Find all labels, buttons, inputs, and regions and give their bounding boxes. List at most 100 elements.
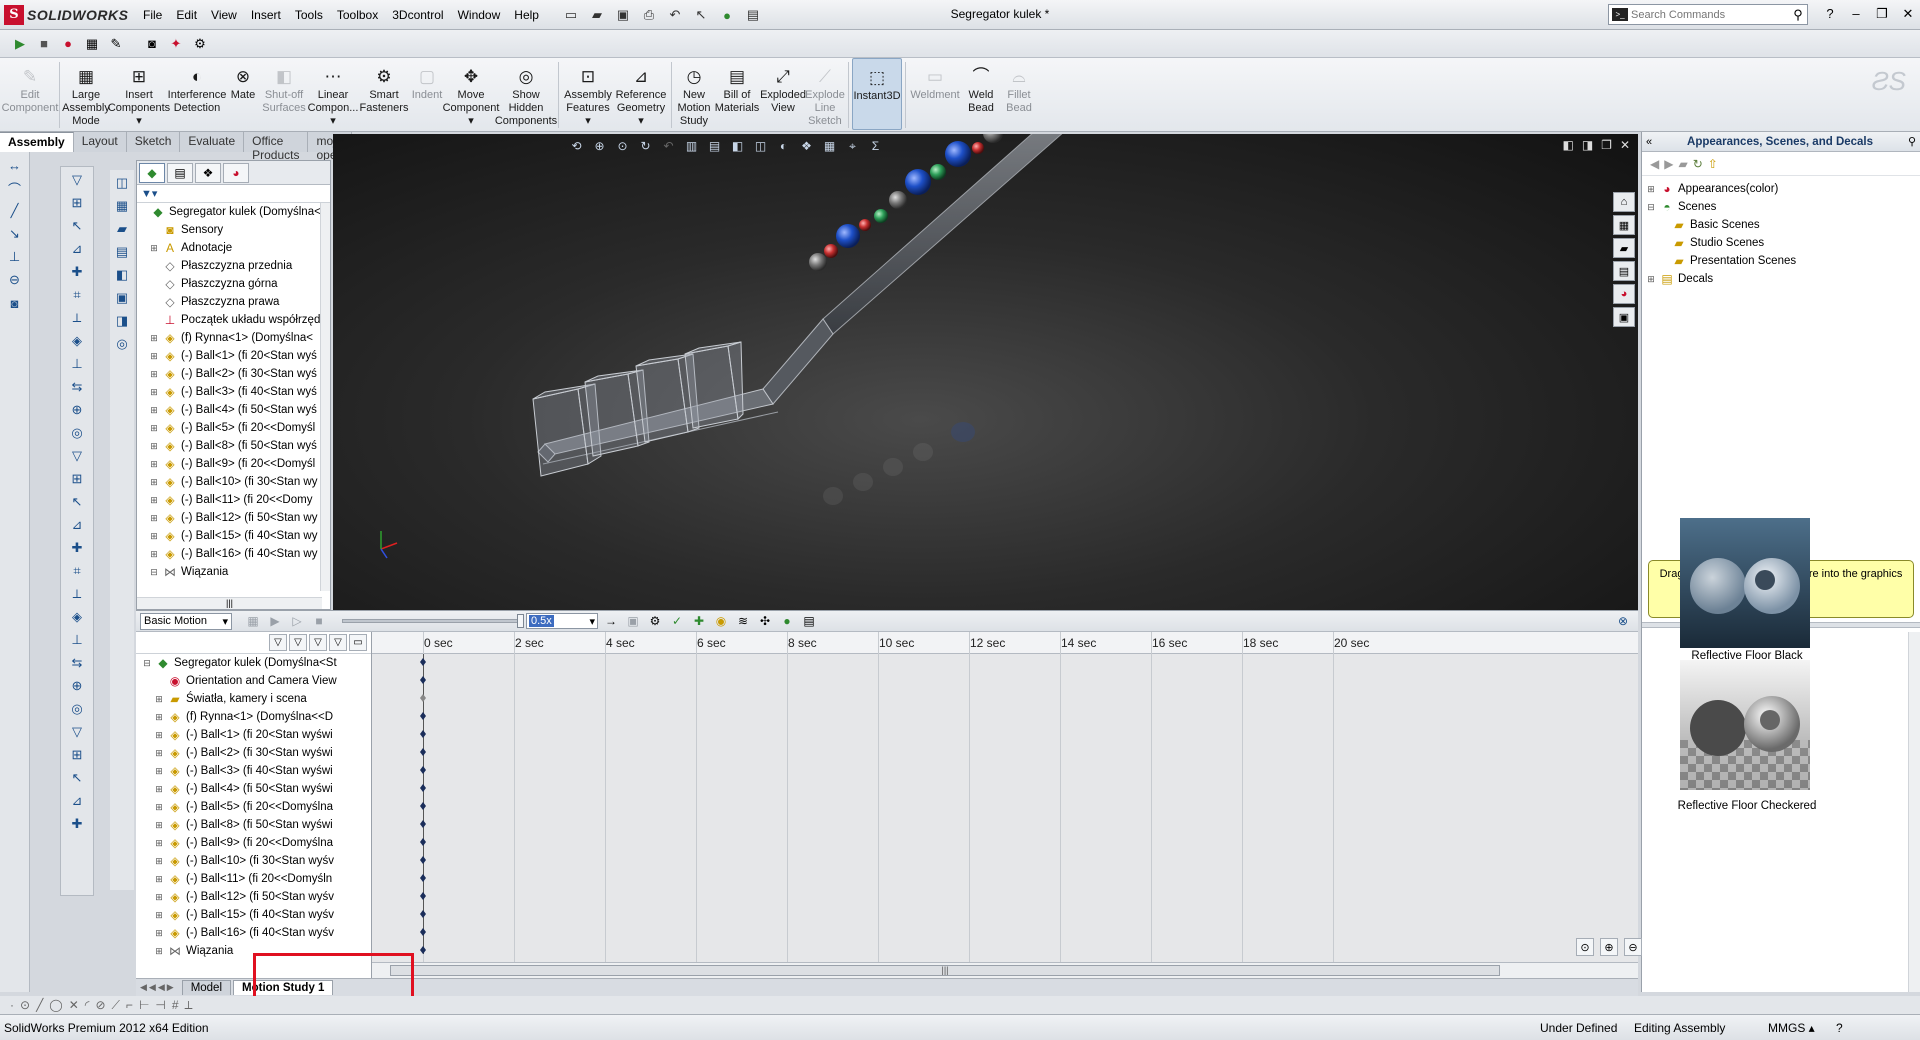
expand-icon[interactable]: ⊞ [149, 549, 159, 560]
weld-bead-button[interactable]: ⌒ Weld Bead [961, 58, 1001, 130]
feature-tree-tab-icon[interactable]: ◆ [139, 162, 165, 183]
circle-icon[interactable]: ⊙ [20, 998, 30, 1012]
assembly-tool-17-icon[interactable]: ✚ [66, 538, 88, 558]
close-icon[interactable]: ✕ [1896, 4, 1920, 24]
assembly-features-button[interactable]: ⊡ Assembly Features ▾ [562, 58, 614, 130]
gravity-icon[interactable]: ● [778, 612, 796, 630]
keypoint[interactable] [420, 856, 426, 864]
sketch-tool-6-icon[interactable]: ⊖ [4, 270, 26, 290]
menu-edit[interactable]: Edit [169, 6, 204, 24]
assembly-tool-5-icon[interactable]: ✚ [66, 262, 88, 282]
view-tool-7-icon[interactable]: ◨ [111, 311, 133, 331]
assembly-tool-1-icon[interactable]: ▽ [66, 170, 88, 190]
keypoint[interactable] [420, 748, 426, 756]
tree-item[interactable]: ▰ Presentation Scenes [1642, 252, 1920, 270]
ref-geometry-button[interactable]: ⊿ Reference Geometry ▾ [614, 58, 668, 130]
expand-icon[interactable]: ⊞ [154, 874, 164, 885]
expand-icon[interactable]: ⊞ [149, 531, 159, 542]
assembly-tool-8-icon[interactable]: ◈ [66, 331, 88, 351]
expand-icon[interactable]: ⊞ [154, 712, 164, 723]
study-type-select[interactable]: Basic Motion ▾ [140, 612, 232, 630]
expand-icon[interactable]: ⊞ [149, 459, 159, 470]
tree-item[interactable]: ◉ Orientation and Camera View [136, 672, 371, 690]
tree-item[interactable]: ⊟ ◆ Segregator kulek (Domyślna<St [136, 654, 371, 672]
tree-item[interactable]: ⊞ ◈ (-) Ball<1> (fi 20<Stan wyświ [136, 726, 371, 744]
view-palette-tab-icon[interactable]: ▤ [1613, 261, 1635, 281]
assembly-tool-7-icon[interactable]: ⟂ [66, 308, 88, 328]
relation-icon[interactable]: ⟂ [185, 998, 193, 1013]
graphics-area[interactable]: ⟲ ⊕ ⊙ ↻ ↶ ▥ ▤ ◧ ◫ ◐ ❖ ▦ ⌖ Σ ◧ ◨ ❐ ✕ [333, 134, 1638, 610]
tab-office-products[interactable]: Office Products [244, 132, 309, 162]
render-settings-icon[interactable]: ⚙ [190, 34, 210, 54]
menu-help[interactable]: Help [507, 6, 546, 24]
tree-item[interactable]: ⊞ ◈ (-) Ball<3> (fi 40<Stan wyświ [136, 762, 371, 780]
show-hidden-button[interactable]: ◎ Show Hidden Components [495, 58, 557, 130]
timeline-area[interactable]: 0 sec 2 sec 4 sec 6 sec 8 sec 10 sec 12 sec 14 … [372, 632, 1638, 962]
keypoint[interactable] [420, 910, 426, 918]
offset-icon[interactable]: ⊘ [95, 998, 105, 1012]
stop-icon[interactable]: ■ [310, 612, 328, 630]
minimize-icon[interactable]: – [1844, 4, 1868, 24]
undo-icon[interactable]: ↶ [664, 5, 686, 25]
expand-icon[interactable]: ⊞ [154, 946, 164, 957]
tree-item[interactable]: ⊞ ◈ (-) Ball<5> (fi 20<<Domyślna [136, 798, 371, 816]
appearances-tab-icon[interactable]: ◕ [1613, 284, 1635, 304]
expand-icon[interactable]: ⊞ [154, 838, 164, 849]
sketch-tool-4-icon[interactable]: ↘ [4, 224, 26, 244]
tab-assembly[interactable]: Assembly [0, 132, 74, 152]
tree-item[interactable]: ⊞ ◈ (-) Ball<2> (fi 30<Stan wyświ [136, 744, 371, 762]
tree-item[interactable]: ⊞ ▰ Światła, kamery i scena [136, 690, 371, 708]
fillet-bead-button[interactable]: ⌓ Fillet Bead [1001, 58, 1037, 130]
tree-item[interactable]: ⊞ ◈ (-) Ball<4> (fi 50<Stan wyś [137, 401, 330, 419]
autokey-icon[interactable]: ✓ [668, 612, 686, 630]
filter-results-icon[interactable]: ▽ [329, 634, 347, 651]
playback-mode-icon[interactable]: → [602, 612, 620, 630]
menu-view[interactable]: View [204, 6, 244, 24]
bom-button[interactable]: ▤ Bill of Materials [713, 58, 761, 130]
tree-item[interactable]: ⊞ ◈ (-) Ball<15> (fi 40<Stan wyśv [136, 906, 371, 924]
file-explorer-tab-icon[interactable]: ▰ [1613, 238, 1635, 258]
solidworks-logo[interactable]: S SOLIDWORKS [0, 0, 136, 30]
open-folder-icon[interactable]: ▰ [586, 5, 608, 25]
pin-icon[interactable]: ⚲ [1908, 135, 1916, 148]
timeline-scrollbar[interactable]: ||| [372, 962, 1638, 978]
tree-item[interactable]: ⊞ ◈ (-) Ball<8> (fi 50<Stan wyś [137, 437, 330, 455]
tree-item[interactable]: ⊞ ◈ (-) Ball<10> (fi 30<Stan wy [137, 473, 330, 491]
tab-model[interactable]: Model [181, 980, 232, 995]
expand-icon[interactable]: ⊞ [154, 748, 164, 759]
tree-item[interactable]: ⊟ ⋈ Wiązania [137, 563, 330, 581]
feature-tree-scrollbar[interactable] [320, 203, 330, 591]
tree-item[interactable]: ⊞ ◈ (-) Ball<3> (fi 40<Stan wyś [137, 383, 330, 401]
tree-item[interactable]: ⊞ ◈ (f) Rynna<1> (Domyślna<<D [136, 708, 371, 726]
tree-item[interactable]: ⊞ ◈ (-) Ball<8> (fi 50<Stan wyświ [136, 816, 371, 834]
play-icon[interactable]: ▷ [288, 612, 306, 630]
keypoint[interactable] [420, 874, 426, 882]
tree-item[interactable]: ⊞ ◈ (-) Ball<10> (fi 30<Stan wyśv [136, 852, 371, 870]
camera-icon[interactable]: ◙ [142, 34, 162, 54]
assembly-tool-13-icon[interactable]: ▽ [66, 446, 88, 466]
expand-icon[interactable]: ⊞ [149, 441, 159, 452]
fastener-button[interactable]: ⚙ Smart Fasteners [359, 58, 409, 130]
assembly-tool-20-icon[interactable]: ◈ [66, 607, 88, 627]
circle-tool-icon[interactable]: ◯ [49, 998, 62, 1012]
up-folder-icon[interactable]: ⇧ [1708, 157, 1718, 171]
menu-3dcontrol[interactable]: 3Dcontrol [385, 6, 450, 24]
tree-item[interactable]: ⊞ ◈ (-) Ball<9> (fi 20<<Domyśl [137, 455, 330, 473]
timeline-slider[interactable] [342, 614, 524, 628]
expand-icon[interactable]: ⊞ [154, 928, 164, 939]
save-icon[interactable]: ▣ [612, 5, 634, 25]
edit-component-button[interactable]: ✎ Edit Component [2, 58, 59, 130]
contact-icon[interactable]: ✣ [756, 612, 774, 630]
tree-item[interactable]: ▰ Basic Scenes [1642, 216, 1920, 234]
assembly-tool-22-icon[interactable]: ⇆ [66, 653, 88, 673]
view-tool-4-icon[interactable]: ▤ [111, 242, 133, 262]
tree-item[interactable]: ◆ Segregator kulek (Domyślna< [137, 203, 330, 221]
arc-icon[interactable]: ◜ [85, 998, 90, 1012]
tree-item[interactable]: ⊞ ◈ (-) Ball<2> (fi 30<Stan wyś [137, 365, 330, 383]
tree-item[interactable]: ⊞ ▤ Decals [1642, 270, 1920, 288]
view-tool-3-icon[interactable]: ▰ [111, 219, 133, 239]
assembly-tool-19-icon[interactable]: ⟂ [66, 584, 88, 604]
expand-icon[interactable]: ⊞ [154, 910, 164, 921]
expand-icon[interactable]: ⊞ [154, 784, 164, 795]
expand-icon[interactable]: ⊞ [149, 387, 159, 398]
